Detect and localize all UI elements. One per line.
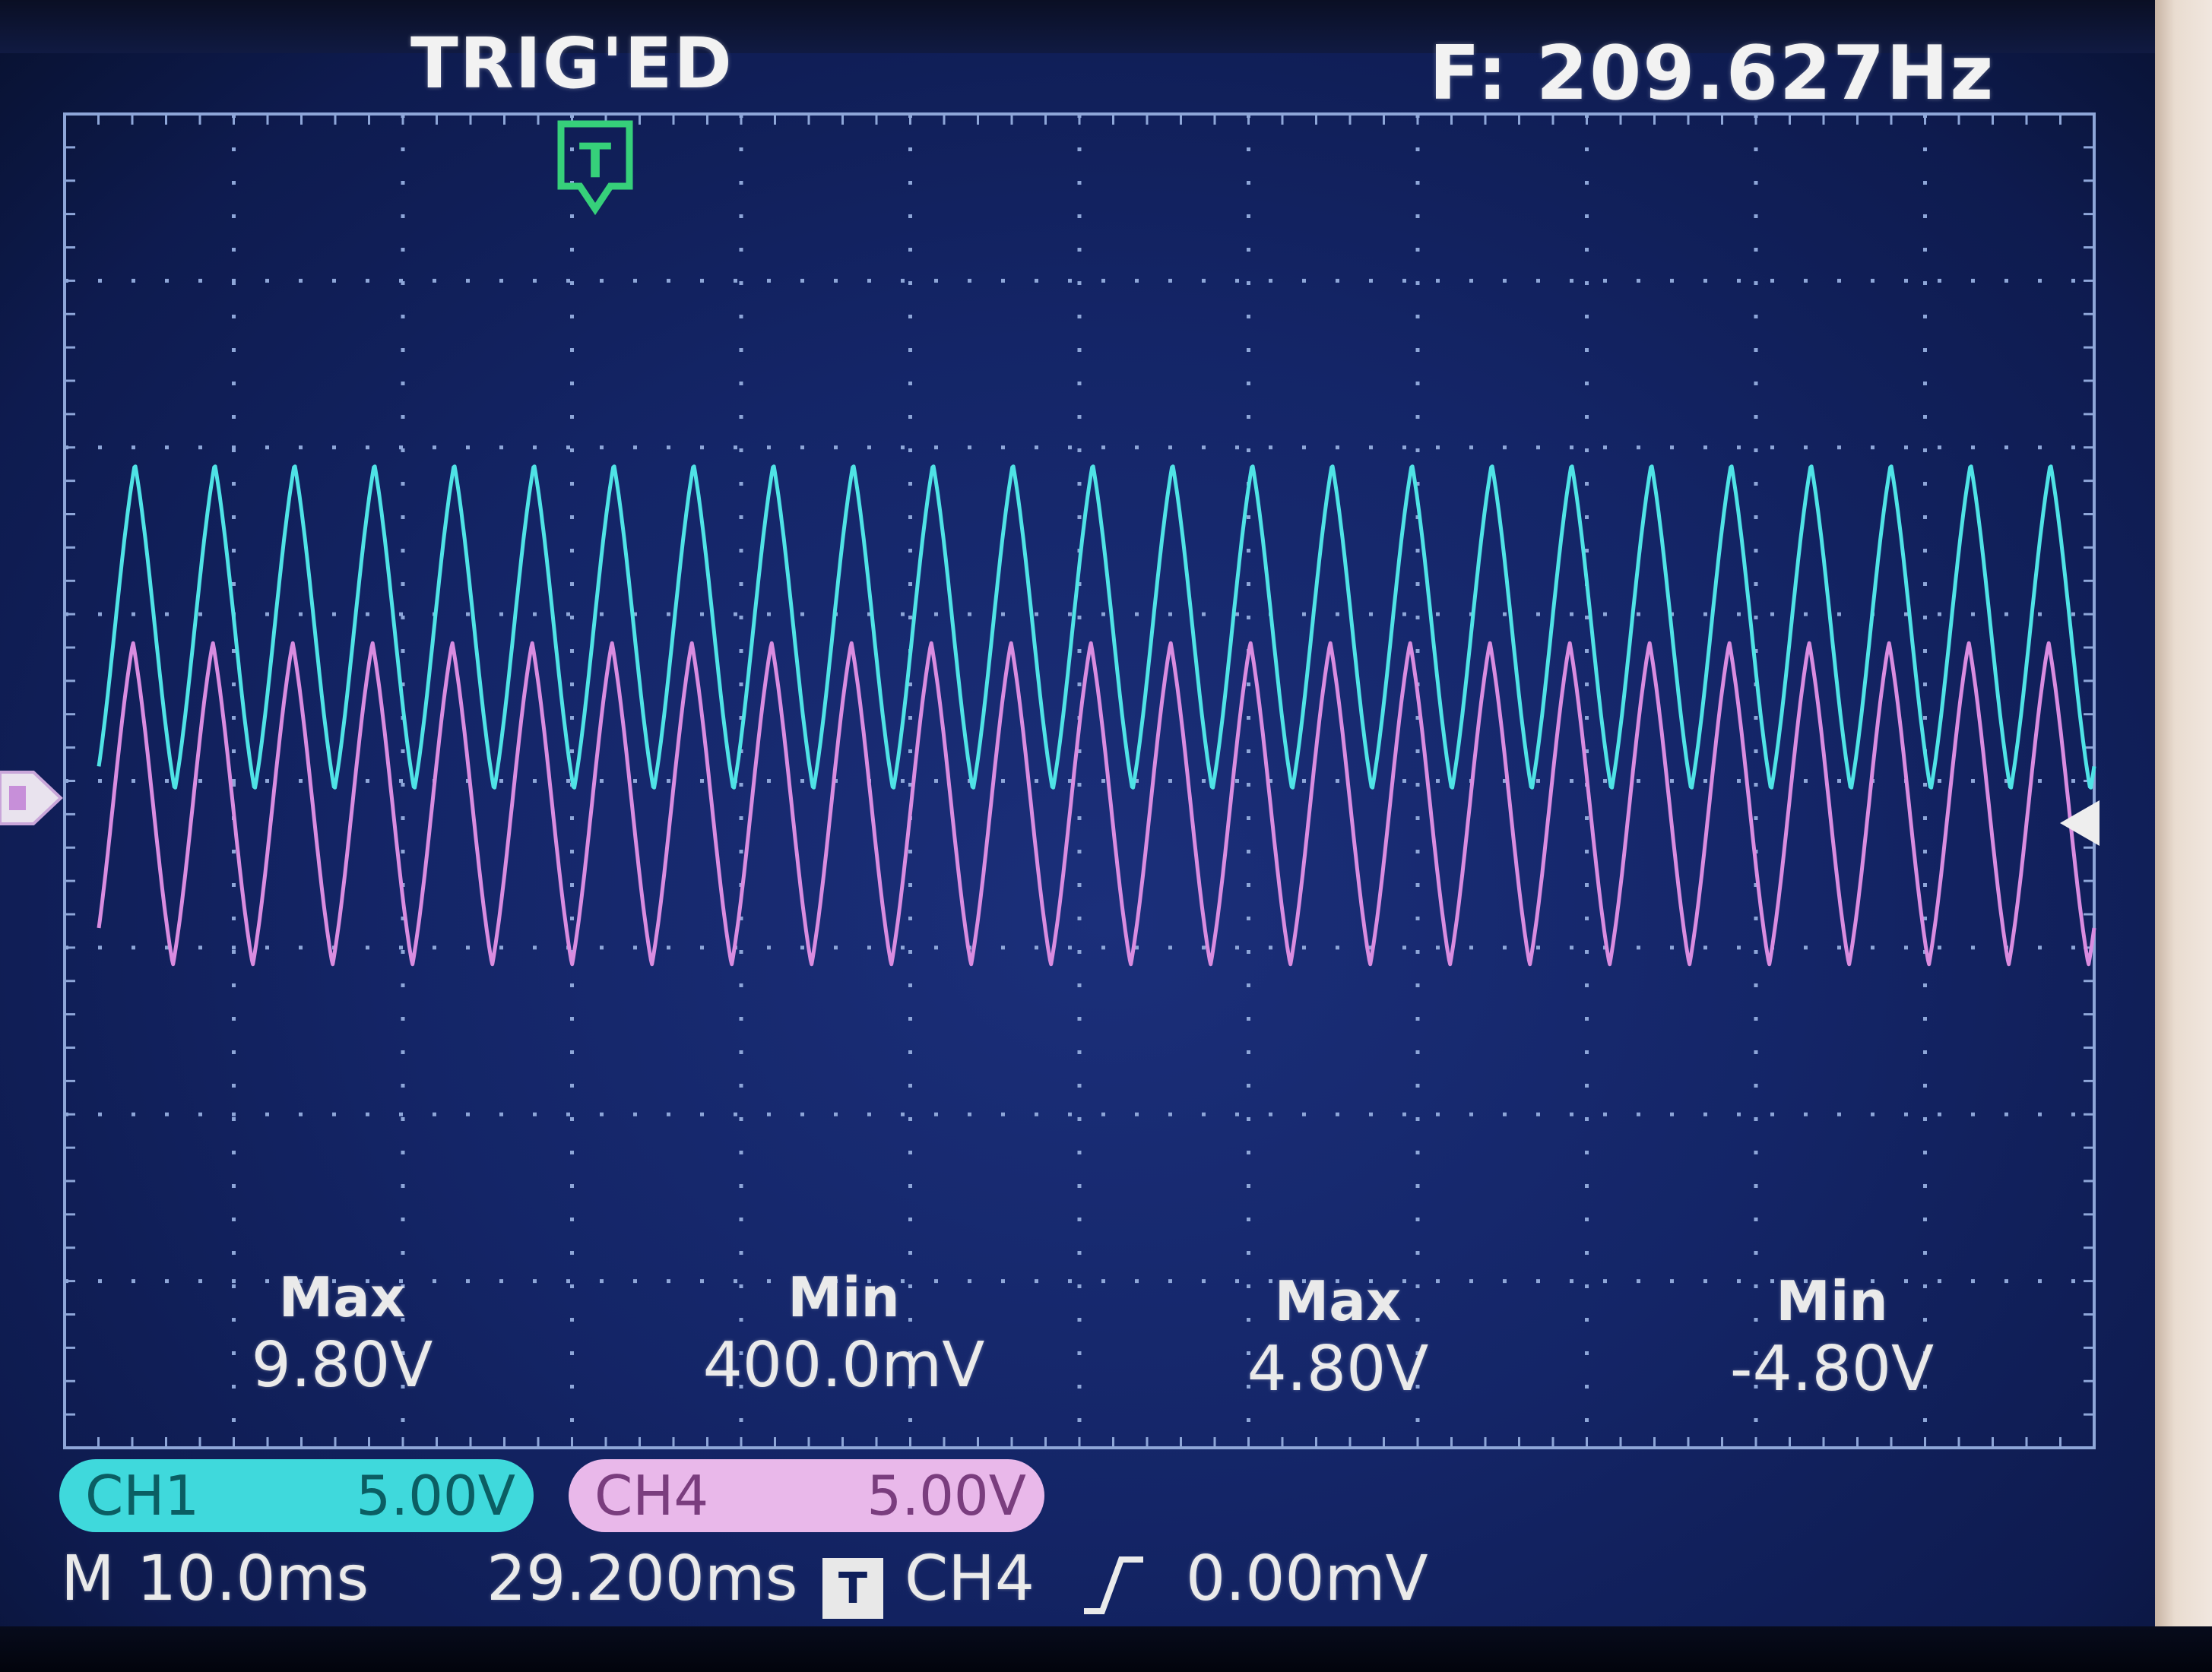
measurement-1: Max 9.80V: [228, 1265, 456, 1401]
measurement-3: Max 4.80V: [1224, 1269, 1452, 1405]
trigger-source[interactable]: CH4: [905, 1543, 1035, 1615]
measurement-4-value: -4.80V: [1729, 1333, 1935, 1405]
ch4-waveform: [97, 641, 2096, 967]
ch1-scale-box[interactable]: CH1 5.00V: [59, 1459, 534, 1532]
measurement-1-label: Max: [278, 1265, 406, 1329]
waveform-display: [63, 112, 2096, 1449]
measurement-2-label: Min: [788, 1265, 900, 1329]
rising-edge-icon: [1084, 1556, 1143, 1614]
oscilloscope-screen: TRIG'ED F: 209.627Hz T Max 9.80V Min 400…: [0, 0, 2212, 1672]
trigger-position-icon[interactable]: T: [553, 118, 637, 220]
measurement-1-value: 9.80V: [251, 1329, 433, 1401]
trigger-level-arrow-icon[interactable]: [2054, 796, 2099, 850]
screen-bezel-bottom: [0, 1626, 2212, 1672]
measurement-4: Min -4.80V: [1703, 1269, 1961, 1405]
timebase-mode: M: [61, 1543, 115, 1615]
measurement-3-label: Max: [1274, 1269, 1402, 1333]
ch1-name: CH1: [85, 1464, 200, 1528]
trigger-position-label: T: [579, 133, 611, 188]
measurement-2-value: 400.0mV: [702, 1329, 985, 1401]
screen-bezel-right: [2155, 0, 2212, 1672]
ch4-scale: 5.00V: [867, 1464, 1026, 1528]
channel-ground-arrow-icon[interactable]: [0, 766, 64, 830]
measurement-2: Min 400.0mV: [692, 1265, 996, 1401]
ch1-scale: 5.00V: [356, 1464, 515, 1528]
measurement-4-label: Min: [1776, 1269, 1888, 1333]
trigger-level[interactable]: 0.00mV: [1186, 1543, 1428, 1615]
time-per-div[interactable]: 10.0ms: [137, 1543, 369, 1615]
measurement-3-value: 4.80V: [1247, 1333, 1429, 1405]
ch4-name: CH4: [594, 1464, 709, 1528]
trigger-icon: T: [822, 1558, 883, 1619]
horizontal-delay[interactable]: 29.200ms: [486, 1543, 798, 1615]
ch4-scale-box[interactable]: CH4 5.00V: [569, 1459, 1044, 1532]
